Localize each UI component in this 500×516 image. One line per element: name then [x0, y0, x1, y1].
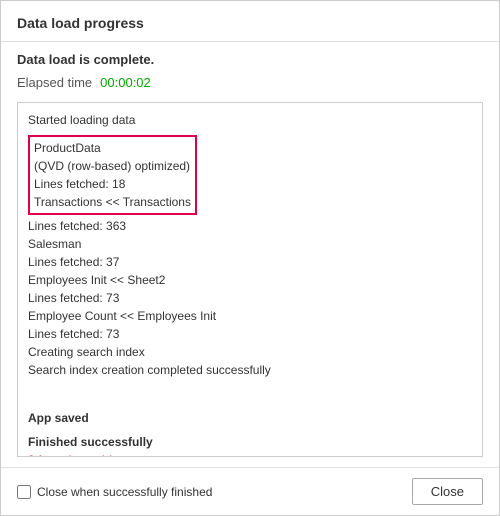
log-container[interactable]: Started loading data ProductData (QVD (r… [17, 102, 483, 457]
log-line-37: Lines fetched: 37 [28, 253, 472, 271]
status-complete: Data load is complete. [17, 52, 483, 67]
log-qvd-line: (QVD (row-based) optimized) [34, 157, 191, 175]
log-app-saved-text: App saved [28, 409, 472, 427]
log-highlighted-block: ProductData (QVD (row-based) optimized) … [28, 135, 197, 215]
log-line-363: Lines fetched: 363 [28, 217, 472, 235]
dialog-title: Data load progress [17, 15, 144, 31]
log-started-line: Started loading data [28, 111, 472, 129]
log-transactions-line: Transactions << Transactions [34, 193, 191, 211]
log-employee-count: Employee Count << Employees Init [28, 307, 472, 325]
close-button[interactable]: Close [412, 478, 483, 505]
log-line-73a: Lines fetched: 73 [28, 289, 472, 307]
log-creating-search: Creating search index [28, 343, 472, 361]
log-forced-errors: 0 forced error(s) [28, 451, 472, 457]
checkbox-label: Close when successfully finished [37, 485, 212, 499]
log-salesman: Salesman [28, 235, 472, 253]
data-load-progress-dialog: Data load progress Data load is complete… [0, 0, 500, 516]
log-line-73b: Lines fetched: 73 [28, 325, 472, 343]
elapsed-value: 00:00:02 [100, 75, 151, 90]
log-employees-init: Employees Init << Sheet2 [28, 271, 472, 289]
close-when-finished-checkbox[interactable] [17, 485, 31, 499]
log-product-data: ProductData [34, 139, 191, 157]
log-app-saved [28, 385, 472, 403]
checkbox-wrapper: Close when successfully finished [17, 485, 212, 499]
dialog-header: Data load progress [1, 1, 499, 42]
log-search-complete: Search index creation completed successf… [28, 361, 472, 379]
log-lines-fetched-18: Lines fetched: 18 [34, 175, 191, 193]
dialog-footer: Close when successfully finished Close [1, 467, 499, 515]
elapsed-row: Elapsed time 00:00:02 [17, 75, 483, 90]
dialog-body: Data load is complete. Elapsed time 00:0… [1, 42, 499, 467]
log-finished-title: Finished successfully [28, 433, 472, 451]
elapsed-label: Elapsed time [17, 75, 92, 90]
